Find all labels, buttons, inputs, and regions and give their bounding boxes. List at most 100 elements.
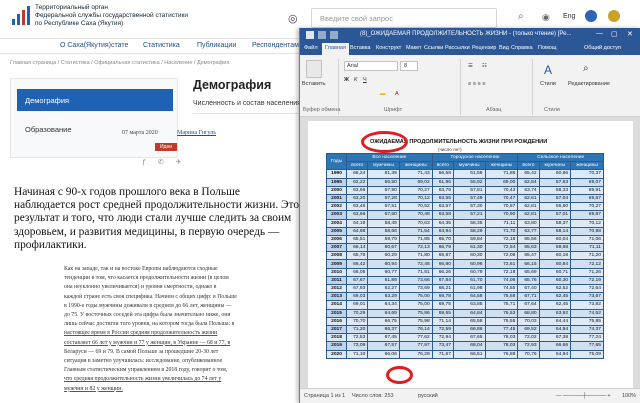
- table-cell: 73,66: [398, 275, 433, 286]
- table-cell: 71,85: [398, 234, 433, 245]
- nav-item-publications[interactable]: Публикации: [197, 42, 236, 49]
- table-cell: 72,13: [398, 243, 433, 253]
- table-cell: 68,04: [452, 341, 486, 351]
- table-cell: 57,28: [367, 193, 400, 204]
- table-cell-year: 1995: [325, 177, 348, 187]
- table-cell: 59,79: [367, 234, 400, 245]
- save-icon[interactable]: [306, 31, 314, 39]
- table-cell: 63,55: [431, 193, 454, 204]
- col-header-women: женщины: [484, 161, 519, 171]
- sidebar-item-education[interactable]: Образование: [25, 125, 72, 134]
- zoom-level[interactable]: 100%: [622, 393, 636, 399]
- bullets-icon[interactable]: ☰: [468, 63, 473, 69]
- language-switch[interactable]: Eng: [563, 13, 575, 20]
- table-row: 2006 65,51 59,79 71,85 65,70 59,84 72,18 65,56 6…: [325, 234, 604, 245]
- tab-file[interactable]: Файл: [304, 45, 318, 51]
- table-cell: 63,66: [346, 185, 369, 195]
- tab-population[interactable]: Численность и состав населения: [193, 98, 303, 114]
- coat-of-arms-icon[interactable]: [608, 10, 620, 22]
- emblem-icon[interactable]: [585, 10, 597, 22]
- breadcrumb[interactable]: Главная страница / Статистика / Официаль…: [10, 60, 229, 66]
- table-row: 2014 69,01 64,34 75,00 69,75 63,85 75,71 67,64 6…: [325, 300, 604, 310]
- table-cell: 62,81: [517, 202, 540, 212]
- numbering-icon[interactable]: ☷: [482, 63, 487, 69]
- bold-button[interactable]: Ж: [344, 77, 349, 83]
- tab-references[interactable]: Ссылки: [424, 45, 443, 51]
- minimize-button[interactable]: —: [596, 30, 603, 37]
- undo-icon[interactable]: [318, 31, 326, 39]
- table-cell: 57,21: [452, 210, 486, 220]
- tab-insert[interactable]: Вставка: [350, 45, 370, 51]
- table-cell: 70,70: [346, 316, 369, 326]
- table-cell: 61,98: [452, 283, 486, 294]
- tab-tell-me[interactable]: Помощ: [538, 45, 556, 51]
- table-cell-year: 2002: [325, 202, 348, 212]
- group-paragraph: Абзац: [486, 107, 502, 113]
- table-cell-year: 2014: [325, 300, 348, 310]
- maximize-button[interactable]: ▢: [611, 30, 618, 38]
- article-author[interactable]: Марина Гнгуль: [177, 130, 216, 136]
- col-header-men: мужчины: [452, 161, 486, 171]
- table-cell: 73,69: [398, 283, 433, 294]
- nav-item-respondents[interactable]: Респондентам: [252, 42, 299, 49]
- search-input[interactable]: Введите свой запрос: [311, 8, 497, 28]
- document-page[interactable]: ОЖИДАЕМАЯ ПРОДОЛЖИТЕЛЬНОСТЬ ЖИЗНИ ПРИ РО…: [308, 121, 633, 388]
- italic-button[interactable]: К: [354, 77, 357, 83]
- font-name-select[interactable]: Arial: [344, 61, 398, 71]
- table-cell-year: 2004: [325, 218, 348, 228]
- search-icon[interactable]: ⌕: [518, 11, 524, 22]
- tab-review[interactable]: Рецензир: [472, 45, 496, 51]
- sidebar-item-demography[interactable]: Демография: [17, 89, 173, 111]
- font-size-select[interactable]: 8: [400, 61, 418, 71]
- nav-item-statistics[interactable]: Статистика: [143, 42, 180, 49]
- highlight-icon[interactable]: ▬: [380, 91, 386, 97]
- table-cell: 71,20: [346, 324, 369, 335]
- status-page[interactable]: Страница 1 из 1: [304, 393, 345, 399]
- styles-icon[interactable]: A: [544, 63, 552, 77]
- tab-view[interactable]: Вид: [499, 45, 509, 51]
- paste-button[interactable]: [306, 60, 322, 78]
- share-icons[interactable]: ƒ ✆ ✈: [142, 158, 187, 166]
- table-cell: 57,51: [367, 202, 400, 212]
- table-cell: 65,58: [452, 316, 486, 326]
- redo-icon[interactable]: [330, 31, 338, 39]
- table-cell-year: 2019: [325, 341, 348, 351]
- align-icon[interactable]: ≡ ≡ ≡ ≡: [468, 81, 485, 87]
- table-cell: 60,18: [538, 251, 572, 261]
- table-row: 2010 66,05 60,77 71,81 66,26 60,79 72,18 65,69 6…: [325, 267, 604, 277]
- table-cell: 71,54: [398, 226, 433, 236]
- accessibility-eye-icon[interactable]: ◉: [542, 12, 550, 23]
- nav-item-about[interactable]: О Саха(Якутия)стате: [60, 42, 128, 49]
- word-titlebar: (8)_ОЖИДАЕМАЯ ПРОДОЛЖИТЕЛЬНОСТЬ ЖИЗНИ - …: [300, 28, 640, 42]
- table-cell: 75,98: [398, 316, 433, 326]
- table-cell: 67,40: [517, 283, 540, 294]
- table-cell-year: 2005: [325, 226, 348, 236]
- share-button[interactable]: Общий доступ: [584, 45, 621, 51]
- zoom-slider[interactable]: — ─────┼───── +: [556, 393, 611, 399]
- col-header-men: мужчины: [538, 161, 572, 171]
- document-area[interactable]: ОЖИДАЕМАЯ ПРОДОЛЖИТЕЛЬНОСТЬ ЖИЗНИ ПРИ РО…: [300, 117, 640, 388]
- tab-mailings[interactable]: Рассылки: [445, 45, 470, 51]
- tab-design[interactable]: Конструкт: [376, 45, 401, 51]
- editing-icon[interactable]: ⌕: [583, 63, 589, 74]
- editing-button[interactable]: Редактирование: [568, 81, 610, 87]
- table-cell: 77,62: [398, 333, 433, 343]
- table-cell: 71,11: [570, 243, 604, 253]
- table-cell-year: 2017: [325, 324, 348, 335]
- instagram-icon[interactable]: ◎: [288, 12, 298, 25]
- tab-home[interactable]: Главная: [322, 43, 349, 55]
- underline-button[interactable]: Ч: [363, 77, 367, 83]
- table-cell: 71,43: [398, 169, 433, 179]
- font-color-icon[interactable]: A: [395, 91, 399, 97]
- table-cell: 73,67: [570, 292, 604, 302]
- close-button[interactable]: ✕: [627, 30, 633, 38]
- paste-label[interactable]: Вставить: [302, 81, 325, 87]
- table-row: 2019 73,09 67,57 77,97 73,47 68,04 78,03 72,93 6…: [325, 341, 604, 351]
- table-cell: 71,81: [398, 267, 433, 277]
- article-tag[interactable]: Идеи: [155, 143, 177, 151]
- styles-button[interactable]: Стили: [540, 81, 556, 87]
- tab-layout[interactable]: Макет: [406, 45, 422, 51]
- status-words[interactable]: Число слов: 253: [352, 393, 394, 399]
- status-language[interactable]: русский: [418, 393, 438, 399]
- tab-help[interactable]: Справка: [511, 45, 533, 51]
